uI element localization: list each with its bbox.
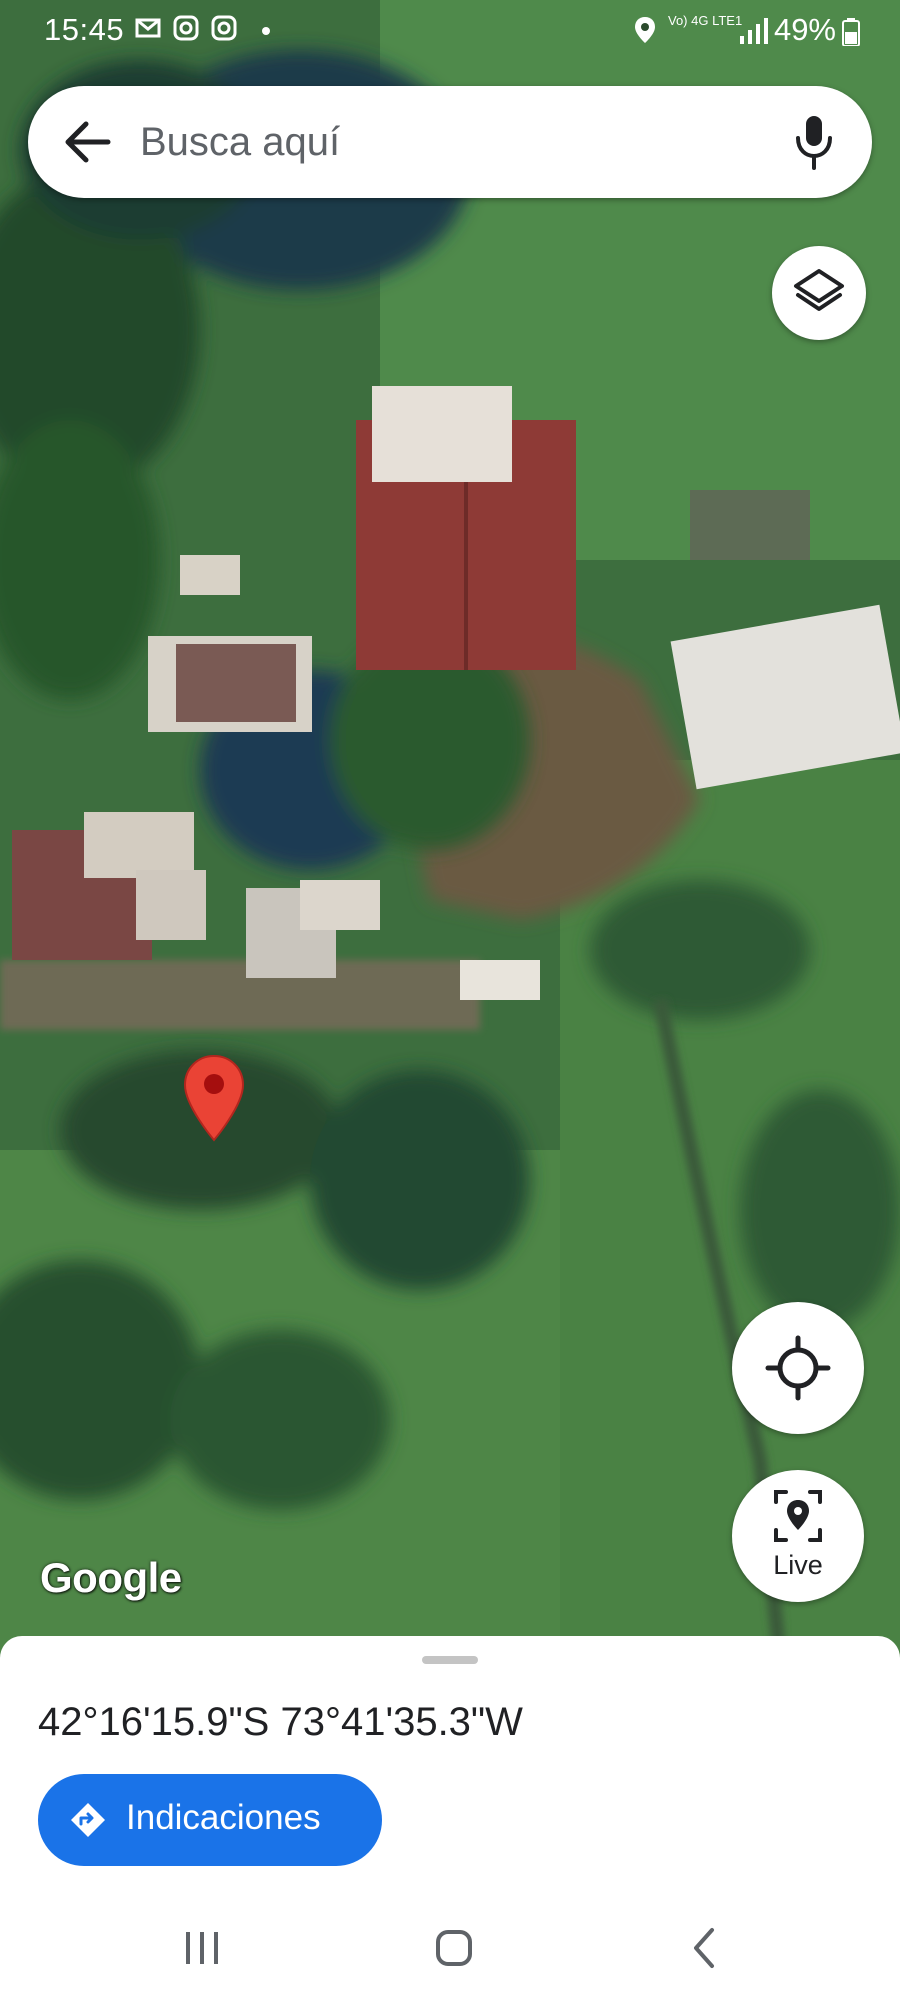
search-bar[interactable] — [28, 86, 872, 198]
battery-icon — [842, 18, 860, 46]
location-pin-icon[interactable] — [182, 1054, 246, 1142]
back-arrow-icon[interactable] — [64, 116, 112, 168]
back-icon[interactable] — [676, 1918, 736, 1978]
gmail-icon — [135, 18, 161, 38]
my-location-button[interactable] — [732, 1302, 864, 1434]
my-location-icon — [765, 1335, 831, 1401]
location-status-icon — [635, 17, 655, 43]
coordinates-text: 42°16'15.9"S 73°41'35.3"W — [38, 1700, 523, 1744]
layers-icon — [794, 269, 844, 311]
battery-level: 49% — [773, 12, 836, 47]
google-logo: Google — [40, 1554, 182, 1601]
search-input[interactable] — [140, 110, 800, 174]
notification-dot — [262, 27, 270, 35]
status-time: 15:45 — [44, 12, 125, 47]
network-type: Vo) 4G LTE1 — [668, 13, 743, 28]
layers-button[interactable] — [772, 246, 866, 340]
home-icon[interactable] — [424, 1918, 484, 1978]
place-bottom-sheet[interactable]: 42°16'15.9"S 73°41'35.3"W Indicaciones — [0, 1636, 900, 1896]
instagram-icon — [211, 15, 237, 41]
signal-icon — [740, 18, 768, 44]
live-view-button[interactable]: Live — [732, 1470, 864, 1602]
system-navigation-bar — [0, 1896, 900, 2000]
live-view-icon — [774, 1490, 822, 1542]
instagram-icon — [173, 15, 199, 41]
recent-apps-icon[interactable] — [172, 1918, 232, 1978]
microphone-icon[interactable] — [792, 114, 836, 170]
directions-button[interactable]: Indicaciones — [38, 1774, 382, 1866]
status-bar: 15:45 Vo) 4G LTE1 49% — [0, 0, 900, 64]
directions-label: Indicaciones — [126, 1798, 321, 1837]
sheet-drag-handle[interactable] — [422, 1656, 478, 1664]
live-view-label: Live — [773, 1550, 823, 1580]
directions-icon — [71, 1803, 105, 1837]
